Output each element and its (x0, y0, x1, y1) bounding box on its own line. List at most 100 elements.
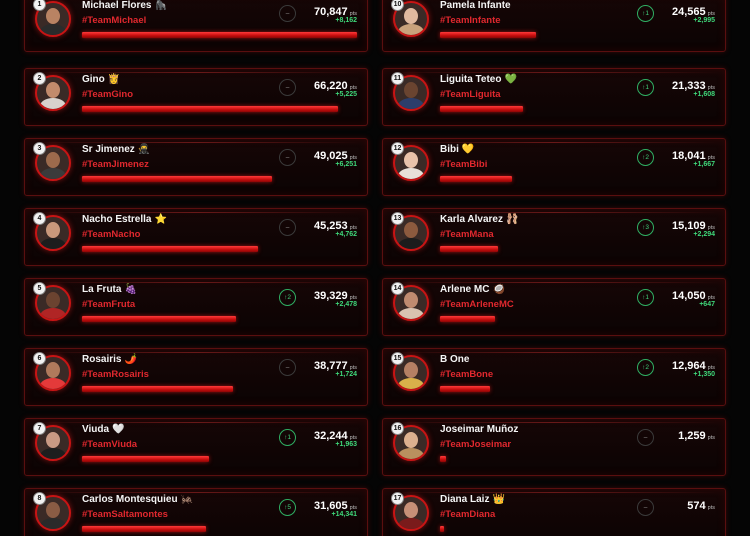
trend-indicator: – (279, 149, 296, 166)
score-delta: +647 (699, 301, 715, 308)
team-hashtag[interactable]: #TeamSaltamontes (82, 509, 168, 520)
team-hashtag[interactable]: #TeamInfante (440, 15, 501, 26)
trend-indicator: – (637, 429, 654, 446)
leaderboard-card[interactable]: 14 Arlene MC 🥥 #TeamArleneMC ↑1 14,050 pts… (382, 278, 726, 336)
avatar-face (404, 292, 418, 308)
avatar-face (46, 222, 60, 238)
avatar-face (404, 152, 418, 168)
score: 574 pts (687, 496, 715, 514)
leaderboard-card[interactable]: 2 Gino 👸 #TeamGino – 66,220 pts +5,225 (24, 68, 368, 126)
trend-indicator: – (279, 359, 296, 376)
progress-bar (440, 106, 523, 112)
team-hashtag[interactable]: #TeamViuda (82, 439, 137, 450)
score-delta: +8,162 (335, 17, 357, 24)
rank-badge: 6 (33, 352, 46, 365)
leaderboard-card[interactable]: 5 La Fruta 🍇 #TeamFruta ↑2 39,329 pts +2,4… (24, 278, 368, 336)
progress-bar (82, 106, 338, 112)
progress-bar (82, 246, 258, 252)
trend-indicator: ↑2 (637, 359, 654, 376)
contestant-name: Bibi 💛 (440, 144, 475, 155)
leaderboard-card[interactable]: 12 Bibi 💛 #TeamBibi ↑2 18,041 pts +1,667 (382, 138, 726, 196)
team-hashtag[interactable]: #TeamMana (440, 229, 494, 240)
leaderboard-card[interactable]: 7 Viuda 🤍 #TeamViuda ↑1 32,244 pts +1,963 (24, 418, 368, 476)
rank-badge: 3 (33, 142, 46, 155)
leaderboard-card[interactable]: 17 Diana Laiz 👑 #TeamDiana – 574 pts (382, 488, 726, 536)
avatar-body (398, 238, 424, 249)
score-delta: +14,341 (331, 511, 358, 518)
trend-indicator: – (279, 5, 296, 22)
avatar-body (398, 378, 424, 389)
name-emoji: 🥥 (492, 284, 505, 295)
contestant-name: La Fruta 🍇 (82, 284, 137, 295)
leaderboard-card[interactable]: 3 Sr Jimenez 🥷 #TeamJimenez – 49,025 pts +… (24, 138, 368, 196)
rank-badge: 17 (391, 492, 404, 505)
leaderboard-card[interactable]: 8 Carlos Montesquieu 🦗 #TeamSaltamontes ↑… (24, 488, 368, 536)
rank-badge: 11 (391, 72, 404, 85)
team-hashtag[interactable]: #TeamJoseimar (440, 439, 511, 450)
contestant-name: Pamela Infante (440, 0, 511, 11)
leaderboard-card[interactable]: 16 Joseimar Muñoz #TeamJoseimar – 1,259 p… (382, 418, 726, 476)
contestant-name: Michael Flores 🦍 (82, 0, 167, 11)
leaderboard-card[interactable]: 11 Liguita Teteo 💚 #TeamLiguita ↑1 21,333… (382, 68, 726, 126)
name-emoji: 👑 (492, 494, 505, 505)
name-emoji: ⭐ (154, 214, 167, 225)
avatar-body (40, 448, 66, 459)
team-hashtag[interactable]: #TeamDiana (440, 509, 495, 520)
avatar-face (404, 362, 418, 378)
team-hashtag[interactable]: #TeamFruta (82, 299, 135, 310)
rank-badge: 2 (33, 72, 46, 85)
score-delta: +1,667 (693, 161, 715, 168)
score-delta: +2,478 (335, 301, 357, 308)
score-unit: pts (707, 505, 715, 511)
score: 1,259 pts (678, 426, 715, 444)
leaderboard-card[interactable]: 4 Nacho Estrella ⭐ #TeamNacho – 45,253 pts… (24, 208, 368, 266)
score-delta: +5,225 (335, 91, 357, 98)
progress-bar (440, 526, 444, 532)
avatar-body (40, 24, 66, 35)
rank-badge: 14 (391, 282, 404, 295)
name-emoji: 🩰 (506, 214, 519, 225)
score-delta: +4,762 (335, 231, 357, 238)
progress-bar (440, 456, 446, 462)
contestant-name: Nacho Estrella ⭐ (82, 214, 167, 225)
team-hashtag[interactable]: #TeamRosairis (82, 369, 149, 380)
rank-badge: 7 (33, 422, 46, 435)
leaderboard-card[interactable]: 1 Michael Flores 🦍 #TeamMichael – 70,847 p… (24, 0, 368, 52)
name-emoji: 🤍 (112, 424, 125, 435)
name-emoji: 🦗 (180, 494, 194, 505)
avatar-body (398, 168, 424, 179)
avatar-body (40, 238, 66, 249)
avatar-body (398, 518, 424, 529)
score-value: 574 (687, 500, 706, 512)
rank-badge: 8 (33, 492, 46, 505)
rank-badge: 12 (391, 142, 404, 155)
name-emoji: 🍇 (124, 284, 137, 295)
team-hashtag[interactable]: #TeamMichael (82, 15, 146, 26)
score-delta: +1,724 (335, 371, 357, 378)
score-delta: +1,608 (693, 91, 715, 98)
leaderboard-card[interactable]: 15 B One #TeamBone ↑2 12,964 pts +1,350 (382, 348, 726, 406)
team-hashtag[interactable]: #TeamBone (440, 369, 493, 380)
avatar-body (398, 308, 424, 319)
team-hashtag[interactable]: #TeamArleneMC (440, 299, 514, 310)
score-delta: +2,294 (693, 231, 715, 238)
leaderboard-card[interactable]: 10 Pamela Infante #TeamInfante ↑1 24,565… (382, 0, 726, 52)
score-unit: pts (707, 435, 715, 441)
name-emoji: 💚 (504, 74, 517, 85)
avatar-face (46, 152, 60, 168)
team-hashtag[interactable]: #TeamJimenez (82, 159, 149, 170)
contestant-name: Gino 👸 (82, 74, 121, 85)
leaderboard-card[interactable]: 13 Karla Alvarez 🩰 #TeamMana ↑3 15,109 pts… (382, 208, 726, 266)
progress-bar (82, 386, 233, 392)
progress-bar (82, 176, 272, 182)
team-hashtag[interactable]: #TeamGino (82, 89, 133, 100)
name-emoji: 👸 (107, 74, 121, 85)
team-hashtag[interactable]: #TeamBibi (440, 159, 487, 170)
trend-indicator: – (637, 499, 654, 516)
avatar-face (404, 8, 418, 24)
rank-badge: 16 (391, 422, 404, 435)
progress-bar (82, 32, 357, 38)
team-hashtag[interactable]: #TeamNacho (82, 229, 140, 240)
team-hashtag[interactable]: #TeamLiguita (440, 89, 501, 100)
leaderboard-card[interactable]: 6 Rosairis 🌶️ #TeamRosairis – 38,777 pts +… (24, 348, 368, 406)
